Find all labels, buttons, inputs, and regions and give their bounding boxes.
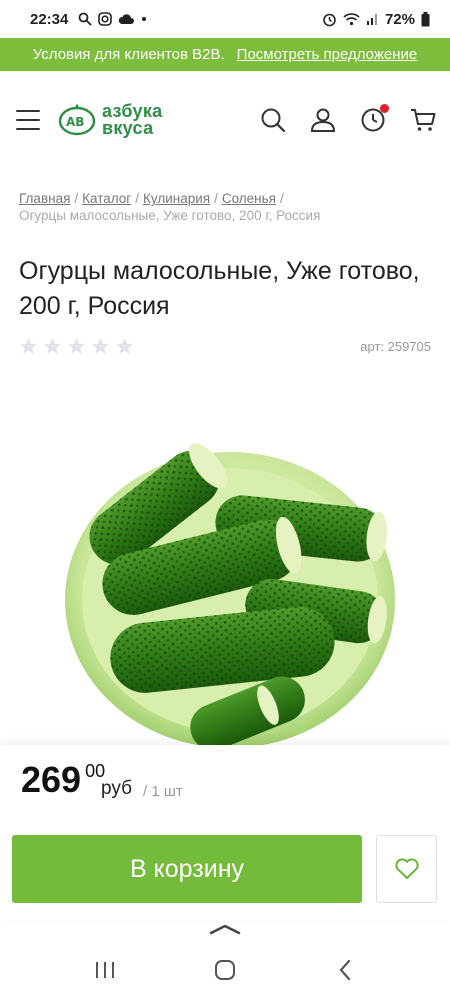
site-header: АВ азбука вкуса (0, 71, 450, 168)
logo-line2: вкуса (102, 117, 154, 138)
star-icon[interactable] (115, 337, 134, 356)
signal-icon (366, 14, 377, 25)
home-button[interactable] (210, 955, 240, 985)
product-title: Огурцы малосольные, Уже готово, 200 г, Р… (19, 257, 420, 320)
user-icon[interactable] (310, 107, 336, 133)
breadcrumb: Главная / Каталог / Кулинария / Соленья / Огурц… (19, 190, 434, 224)
star-icon[interactable] (43, 337, 62, 356)
breadcrumb-cooking[interactable]: Кулинария (143, 191, 210, 206)
battery-percent: 72% (384, 10, 415, 28)
logo-mark-icon: АВ (58, 103, 96, 135)
rating-stars[interactable] (19, 337, 134, 356)
dot-icon (142, 17, 147, 21)
back-icon (339, 959, 351, 981)
price-unit: / 1 шт (143, 783, 183, 800)
search-icon (78, 12, 93, 26)
chevron-up-icon[interactable] (209, 922, 241, 936)
breadcrumb-home[interactable]: Главная (19, 191, 70, 206)
search-icon[interactable] (260, 107, 286, 133)
favorite-button[interactable] (376, 835, 437, 903)
promo-link[interactable]: Посмотреть предложение (237, 46, 418, 63)
logo-line1: азбука (102, 100, 163, 121)
price-integer: 269 (21, 759, 82, 800)
price-panel: 269 00 руб / 1 шт В корзину (0, 745, 450, 920)
recent-icon[interactable] (360, 103, 389, 133)
home-icon (215, 960, 235, 980)
status-time: 22:34 (30, 10, 69, 28)
breadcrumb-separator: / (214, 191, 218, 206)
battery-icon (421, 11, 430, 26)
star-icon[interactable] (91, 337, 110, 356)
price-currency: руб (101, 778, 132, 799)
system-nav-bar (0, 940, 450, 1000)
back-button[interactable] (330, 955, 360, 985)
rating-row: арт: 259705 (19, 335, 431, 357)
instagram-icon (98, 12, 113, 26)
wifi-icon (343, 13, 360, 26)
price: 269 00 (21, 760, 105, 800)
cloud-icon (119, 14, 135, 24)
cart-icon[interactable] (410, 107, 436, 133)
notification-dot (380, 103, 389, 113)
article-number: арт: 259705 (360, 338, 431, 354)
add-to-cart-button[interactable]: В корзину (12, 835, 362, 903)
heart-icon (394, 858, 419, 879)
breadcrumb-catalog[interactable]: Каталог (82, 191, 131, 206)
recent-apps-icon (96, 962, 114, 978)
menu-icon[interactable] (16, 109, 40, 130)
breadcrumb-current: Огурцы малосольные, Уже готово, 200 г, Р… (19, 208, 321, 223)
alarm-icon (323, 13, 336, 26)
promo-bar: Условия для клиентов B2B. Посмотреть пре… (0, 38, 450, 71)
recent-apps-button[interactable] (90, 955, 120, 985)
breadcrumb-separator: / (74, 191, 79, 206)
promo-text: Условия для клиентов B2B. (32, 46, 225, 63)
logo[interactable]: АВ азбука вкуса (58, 101, 162, 139)
breadcrumb-separator: / (135, 191, 139, 206)
star-icon[interactable] (67, 337, 86, 356)
breadcrumb-separator: / (279, 191, 284, 206)
product-image[interactable] (55, 405, 395, 747)
svg-text:АВ: АВ (66, 115, 84, 129)
star-icon[interactable] (19, 337, 38, 356)
status-bar: 22:34 72% (0, 0, 450, 38)
breadcrumb-pickles[interactable]: Соленья (222, 191, 276, 206)
